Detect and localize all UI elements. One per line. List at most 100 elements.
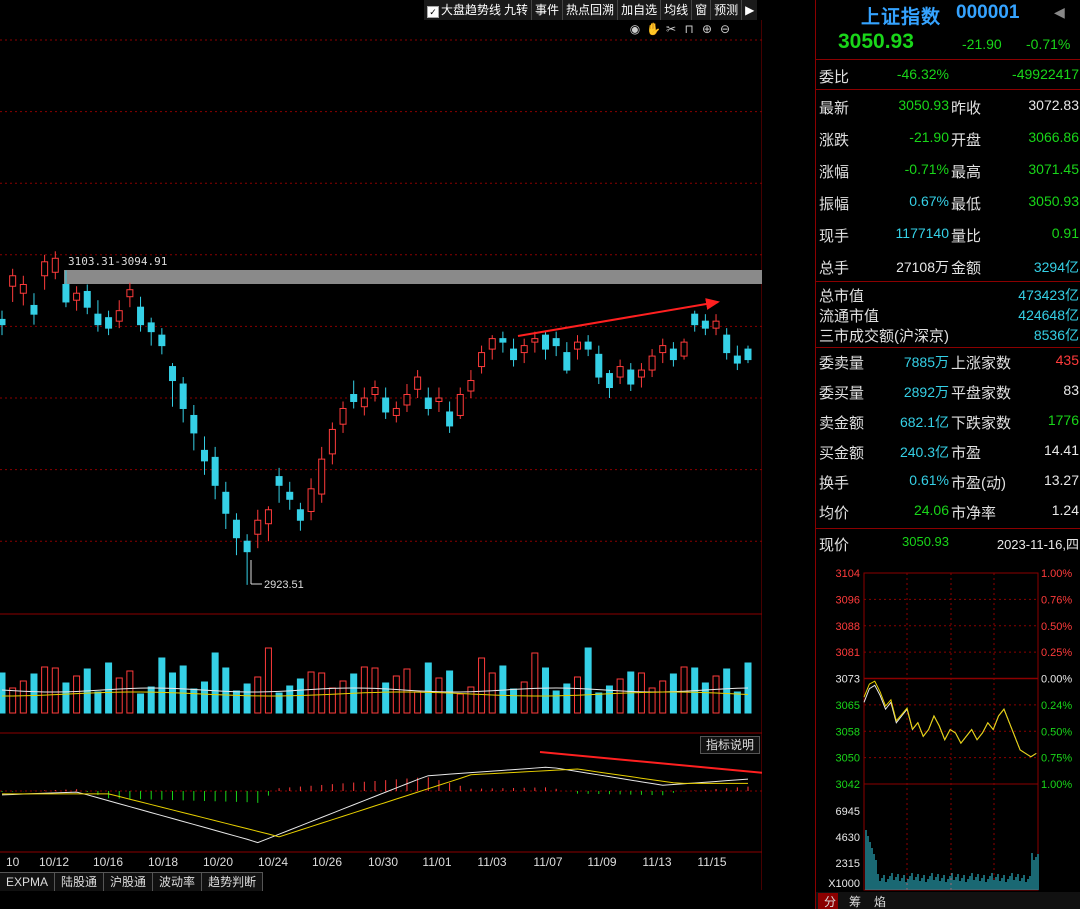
quote-row: 均价 24.06 市净率 1.24 [816,502,1080,524]
tab-sh-connect[interactable]: 沪股通 [104,873,154,891]
zoom-out-icon[interactable]: ⊖ [718,22,732,36]
candle-body [595,353,603,378]
lock-icon[interactable]: ⊓ [682,22,696,36]
candle-body [510,348,518,361]
tab-volatility[interactable]: 波动率 [153,873,203,891]
kline-chart[interactable]: 323531943153311230713030298929483103.31-… [0,0,762,890]
quote-value: 682.1亿 [899,414,949,430]
quote-label: 上涨家数 [951,355,1012,372]
kline-chart-area[interactable]: 323531943153311230713030298929483103.31-… [0,0,762,891]
quote-row: 涨跌 -21.90 开盘 3066.86 [816,129,1080,151]
volume-bar [137,693,145,714]
toolbar-ma[interactable]: 均线 [660,0,691,20]
candle-body [616,366,624,378]
quote-value: 3050.93 [898,97,949,113]
candle-body [414,376,422,390]
volume-bar [158,657,166,714]
quote-value: 3071.45 [1028,161,1079,177]
volume-bar [232,690,240,714]
candle-body [94,313,102,326]
candle-body [573,341,581,350]
quote-value: 473423亿 [1018,287,1079,303]
candle-body [339,407,347,425]
toolbar-collapse-button[interactable]: ▶ [741,0,757,20]
tab-hk-connect[interactable]: 陆股通 [55,873,105,891]
toolbar-forecast[interactable]: 预测 [710,0,741,20]
volume-bar [9,687,17,714]
candle-body [680,341,688,357]
quote-label: 均价 [819,505,850,522]
quote-label: 市盈(动) [951,475,1006,492]
quote-row: 振幅 0.67% 最低 3050.93 [816,193,1080,215]
trend-arrow [517,298,720,337]
mini-tab-2[interactable]: 焰 [874,894,886,909]
candle-body [424,397,432,409]
volume-bar [669,673,677,714]
candle-body [435,397,443,402]
candle-body [542,334,550,350]
candle-body [41,261,49,277]
quote-label: 委买量 [819,385,865,402]
quote-row: 委买量 2892万 平盘家数 83 [816,382,1080,404]
volume-bar [360,666,368,714]
toolbar-events[interactable]: 事件 [531,0,562,20]
chevron-left-icon[interactable]: ◀ [1054,4,1065,21]
candle-body [211,456,219,486]
candle-body [62,283,70,303]
candle-body [169,366,177,382]
quote-value: 1.24 [1051,502,1079,518]
intraday-volume-tick: 6945 [836,806,860,818]
candle-body [83,290,91,308]
scissors-icon[interactable]: ✂ [664,22,678,36]
toolbar-trend-line[interactable]: ✓ 大盘趋势线 [424,0,504,20]
mini-tab-0[interactable]: 分 [824,895,836,909]
candle-body [403,394,411,406]
candle-body [254,519,262,535]
date-tick: 10 [6,855,20,869]
candle-body [126,289,134,298]
toolbar-add-favorite[interactable]: 加自选 [617,0,660,20]
candle-body [467,380,475,392]
toolbar-hot-review[interactable]: 热点回溯 [562,0,617,20]
candle-body [605,373,613,389]
intraday-price-tick: 3073 [836,674,860,686]
quote-value: 3294亿 [1033,259,1079,275]
quote-label: 昨收 [951,100,982,117]
candle-body [637,369,645,378]
quote-label: 市净率 [951,505,997,522]
intraday-pct-tick: 0.75% [1041,753,1072,765]
candle-body [563,352,571,371]
tab-expma[interactable]: EXPMA [0,873,56,891]
quote-label: 量比 [951,228,982,245]
tab-trend[interactable]: 趋势判断 [202,873,264,891]
volume-bar [424,662,432,714]
volume-bar [542,667,550,714]
macd-dif-line [1,766,749,844]
toolbar-nine-turn[interactable]: 九转 [504,0,531,20]
candle-body [392,407,400,416]
candle-body [264,509,272,525]
intraday-chart[interactable]: 3104 1.00% 3096 0.76% 3088 0.50% 3081 0.25% 3073… [816,560,1080,909]
candle-body [286,491,294,500]
volume-bar [552,690,560,714]
eye-icon[interactable]: ◉ [628,22,642,36]
checkbox-icon[interactable]: ✓ [427,6,439,18]
quote-label: 振幅 [819,196,850,213]
quote-row: 涨幅 -0.71% 最高 3071.45 [816,161,1080,183]
date-tick: 11/13 [642,855,671,869]
volume-bar [701,682,709,714]
range-label: 3103.31-3094.91 [68,255,167,268]
quote-value: 83 [1063,382,1079,398]
date-tick: 10/24 [258,855,288,869]
intraday-price-tick: 3065 [836,700,860,712]
candle-body [691,313,699,326]
mini-tab-1[interactable]: 筹 [849,895,861,909]
toolbar-window[interactable]: 窗 [691,0,710,20]
candle-body [499,338,507,343]
zoom-in-icon[interactable]: ⊕ [700,22,714,36]
quote-label: 市盈 [951,445,982,462]
intraday-pct-tick: 0.50% [1041,621,1072,633]
indicator-help-button[interactable]: 指标说明 [700,736,760,754]
hand-icon[interactable]: ✋ [646,22,661,36]
volume-bar [467,686,475,714]
